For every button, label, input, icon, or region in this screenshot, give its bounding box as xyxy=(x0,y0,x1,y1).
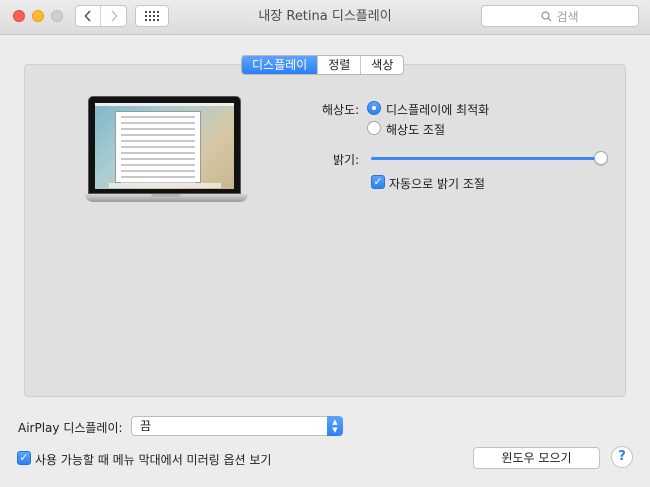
auto-brightness-checkbox[interactable]: ✓ xyxy=(371,175,385,189)
laptop-screen xyxy=(95,103,234,189)
minimize-window-button[interactable] xyxy=(32,10,44,22)
dock-thumbnail xyxy=(109,183,221,188)
search-field[interactable]: 검색 xyxy=(481,5,639,27)
tab-color[interactable]: 색상 xyxy=(361,56,403,74)
brightness-slider-knob[interactable] xyxy=(594,151,608,165)
radio-optimize-for-display[interactable] xyxy=(367,101,381,115)
chevron-left-icon xyxy=(84,10,91,22)
brightness-label: 밝기: xyxy=(333,153,360,167)
gather-windows-button[interactable]: 윈도우 모으기 xyxy=(473,447,600,469)
tab-display[interactable]: 디스플레이 xyxy=(242,56,319,74)
forward-button[interactable] xyxy=(101,6,126,26)
close-window-button[interactable] xyxy=(13,10,25,22)
laptop-illustration xyxy=(85,96,248,212)
brightness-slider[interactable] xyxy=(371,157,601,160)
option-scaled-label[interactable]: 해상도 조절 xyxy=(386,121,445,138)
airplay-value: 끔 xyxy=(140,419,152,433)
tab-arrangement[interactable]: 정렬 xyxy=(318,56,362,74)
zoom-window-button[interactable] xyxy=(51,10,63,22)
airplay-label: AirPlay 디스플레이: xyxy=(18,421,123,435)
show-all-button[interactable] xyxy=(135,5,169,27)
document-window-thumbnail xyxy=(115,111,201,184)
system-preferences-window: 내장 Retina 디스플레이 검색 디스플레이 정렬 색상 해상도: 디스플레… xyxy=(0,0,650,487)
brightness-slider-fill xyxy=(371,157,601,160)
option-optimize-label[interactable]: 디스플레이에 최적화 xyxy=(386,101,489,118)
navigation-buttons xyxy=(75,5,127,27)
popup-arrows-icon: ▲ ▼ xyxy=(327,416,343,436)
chevron-right-icon xyxy=(110,10,118,22)
mirroring-options-checkbox[interactable]: ✓ xyxy=(17,451,31,465)
laptop-lid xyxy=(88,96,241,194)
grid-icon xyxy=(145,11,159,21)
search-placeholder: 검색 xyxy=(556,9,579,24)
radio-scaled[interactable] xyxy=(367,121,381,135)
title-bar: 내장 Retina 디스플레이 검색 xyxy=(0,0,650,35)
help-button[interactable]: ? xyxy=(611,446,633,468)
resolution-label: 해상도: xyxy=(322,103,360,117)
tab-bar: 디스플레이 정렬 색상 xyxy=(241,55,405,75)
window-title: 내장 Retina 디스플레이 xyxy=(258,9,392,24)
search-icon xyxy=(541,10,552,21)
auto-brightness-label[interactable]: 자동으로 밝기 조절 xyxy=(389,175,485,192)
back-button[interactable] xyxy=(76,6,101,26)
mirroring-options-label[interactable]: 사용 가능할 때 메뉴 막대에서 미러링 옵션 보기 xyxy=(35,451,271,468)
airplay-display-popup[interactable]: 끔 ▲ ▼ xyxy=(131,416,343,436)
